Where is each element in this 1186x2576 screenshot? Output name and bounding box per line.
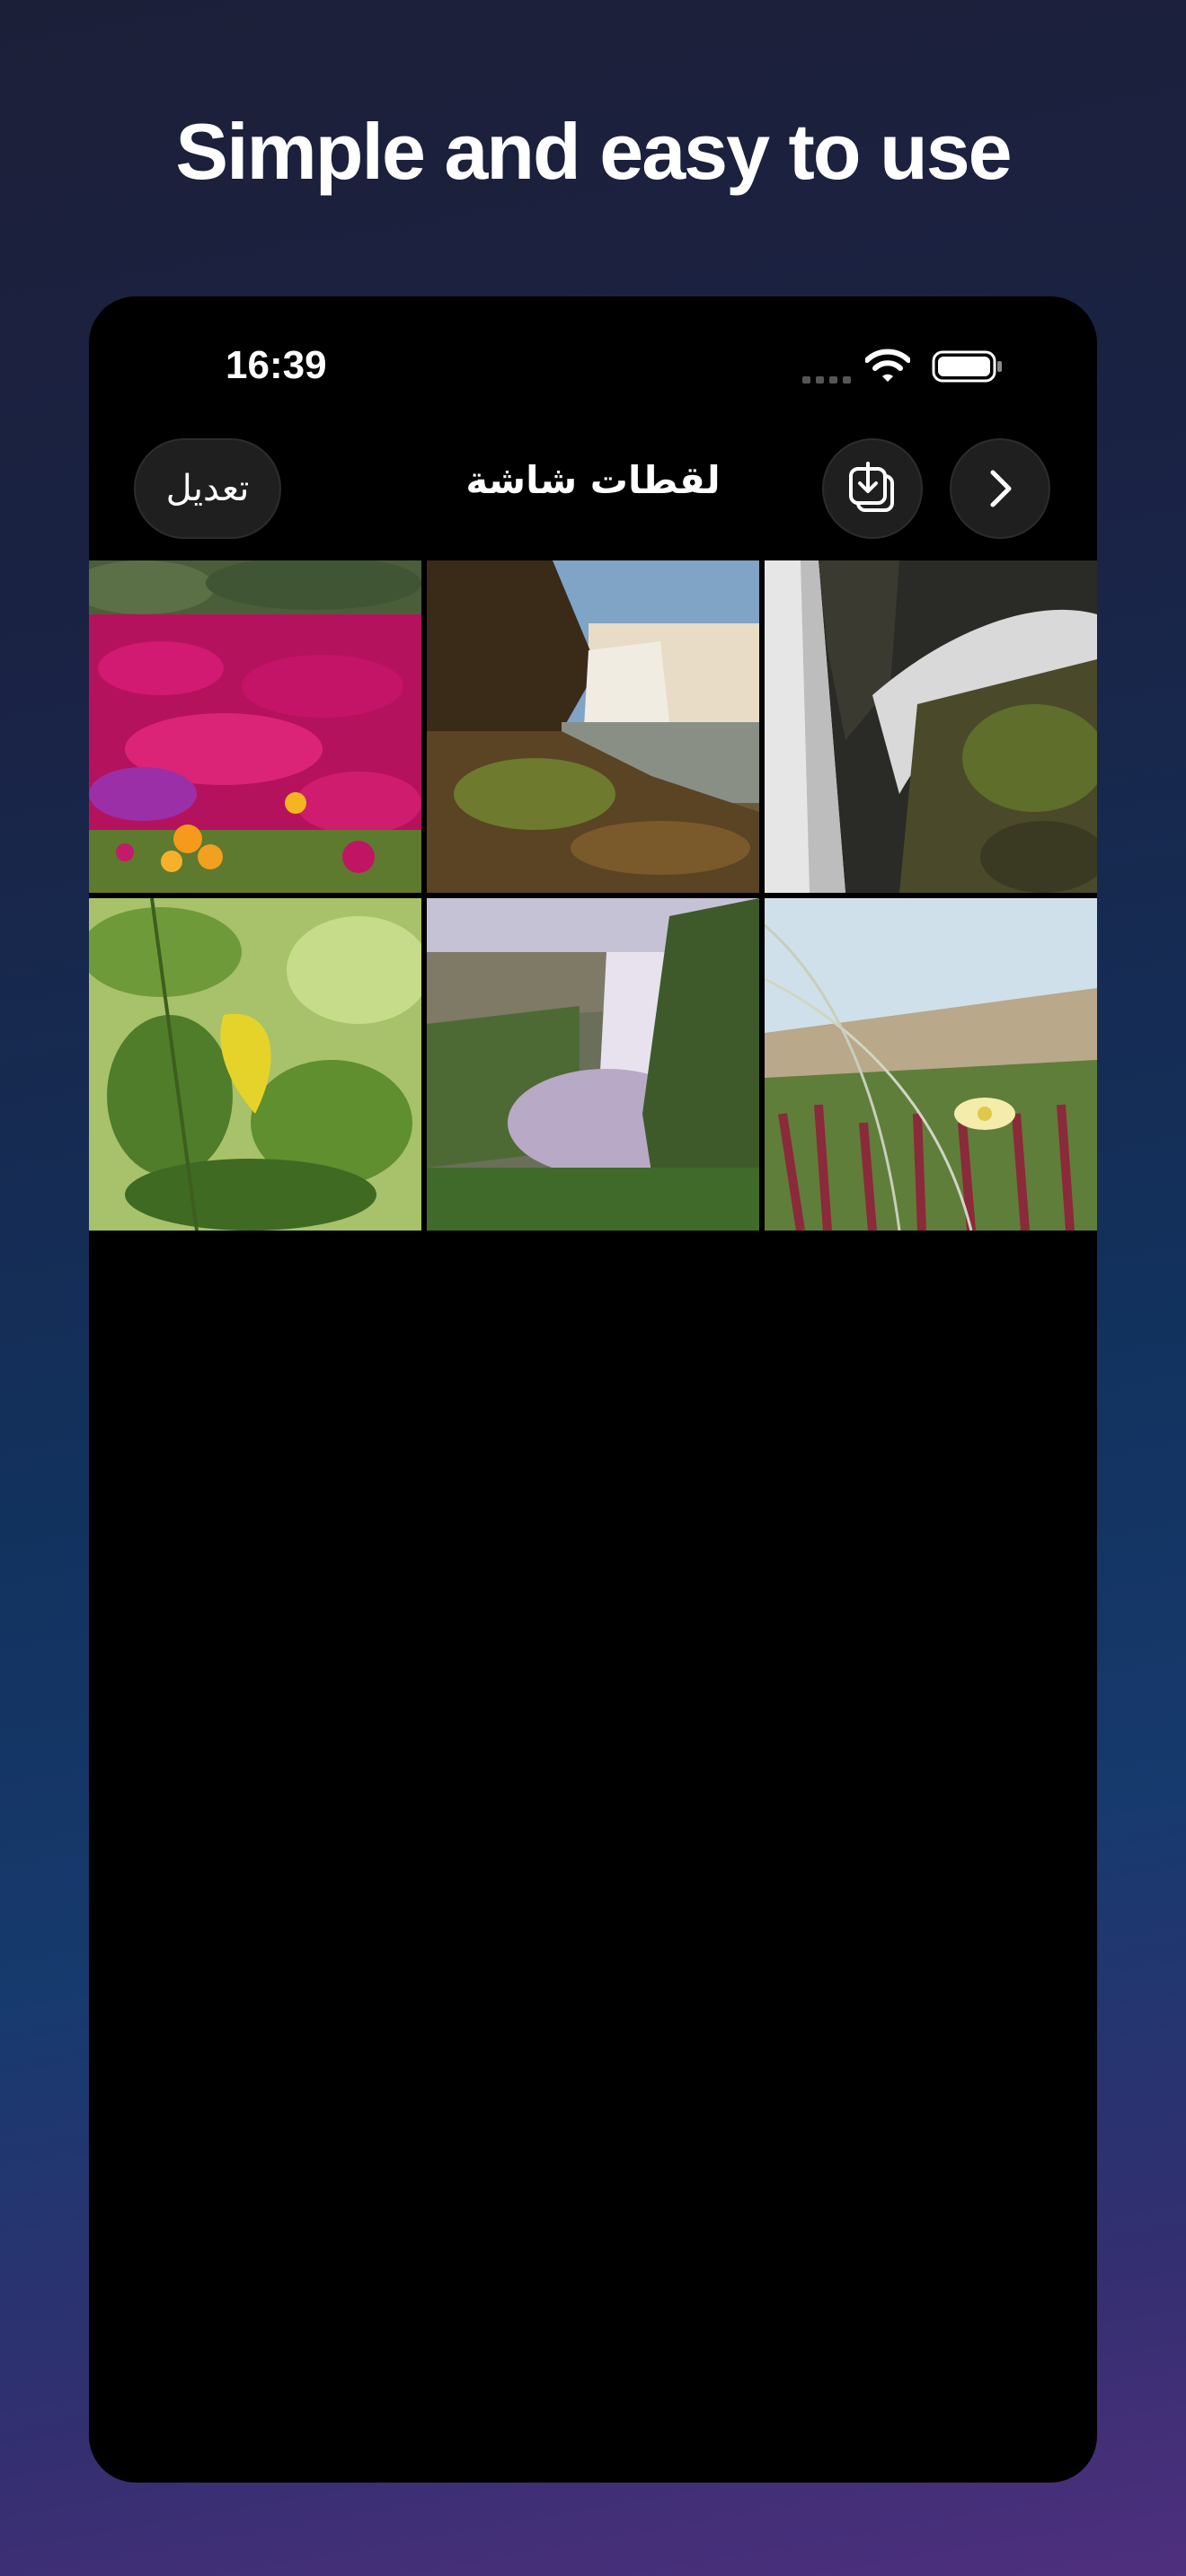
pink-flowers-photo: [89, 560, 421, 893]
photo-tile[interactable]: [765, 560, 1097, 893]
wifi-icon: [865, 348, 910, 382]
dune-flower-photo: [765, 898, 1097, 1231]
next-button[interactable]: [950, 438, 1050, 539]
photo-tile[interactable]: [89, 898, 421, 1231]
photo-tile[interactable]: [427, 898, 759, 1231]
waterfall-coast-photo: [427, 560, 759, 893]
long-exposure-waterfall-photo: [765, 560, 1097, 893]
nav-title: لقطات شاشة: [465, 458, 721, 502]
chevron-right-icon: [990, 470, 1012, 507]
misty-waterfall-photo: [427, 898, 759, 1231]
save-to-photos-button[interactable]: [822, 438, 923, 539]
headline: Simple and easy to use: [175, 107, 1012, 196]
edit-button[interactable]: تعديل: [134, 438, 281, 539]
save-to-photos-icon: [849, 462, 894, 512]
photo-tile[interactable]: [89, 560, 421, 893]
phone-screen: 16:39 تعديل لقطات شاشة: [89, 296, 1097, 2483]
green-leaves-photo: [89, 898, 421, 1231]
cellular-signal-icon: [802, 376, 851, 384]
photo-tile[interactable]: [427, 560, 759, 893]
photo-tile[interactable]: [765, 898, 1097, 1231]
battery-icon: [932, 350, 1002, 383]
status-time: 16:39: [226, 343, 327, 387]
